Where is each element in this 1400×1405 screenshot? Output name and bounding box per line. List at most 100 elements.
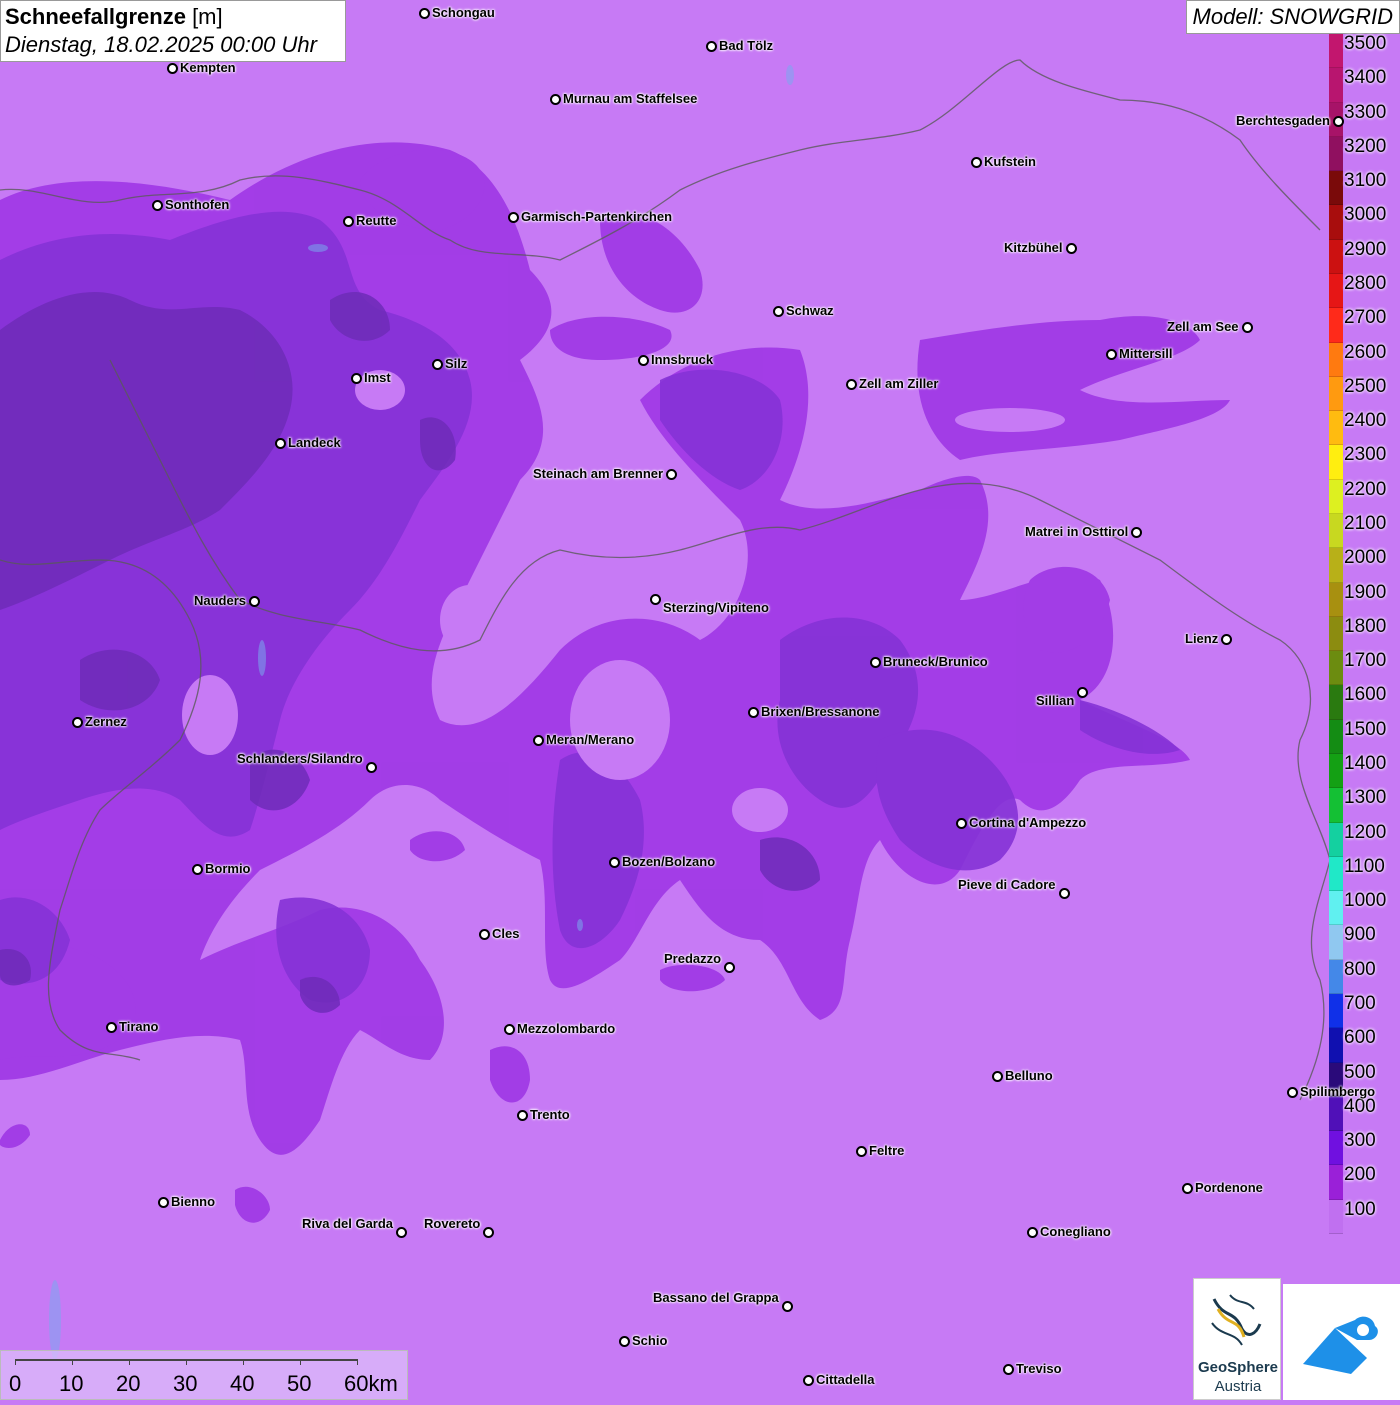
legend-swatch [1329,1096,1343,1132]
scale-tick [15,1359,16,1365]
city-marker-icon[interactable] [192,864,203,875]
city-label: Sterzing/Vipiteno [663,600,769,615]
legend-swatch [1329,719,1343,754]
city-marker-icon[interactable] [479,929,490,940]
city-marker-icon[interactable] [803,1375,814,1386]
legend-swatch [1329,376,1343,412]
legend-label: 1100 [1344,855,1385,877]
city-marker-icon[interactable] [870,657,881,668]
legend-swatch [1329,205,1343,240]
legend-label: 1700 [1344,650,1387,672]
city-marker-icon[interactable] [666,469,677,480]
city-marker-icon[interactable] [609,857,620,868]
legend-label: 3300 [1344,101,1387,123]
city-marker-icon[interactable] [748,707,759,718]
city-marker-icon[interactable] [856,1146,867,1157]
city-marker-icon[interactable] [773,306,784,317]
city-marker-icon[interactable] [351,373,362,384]
legend-swatch [1329,548,1343,583]
city-marker-icon[interactable] [517,1110,528,1121]
city-marker-icon[interactable] [650,594,661,605]
city-marker-icon[interactable] [167,63,178,74]
city-label: Reutte [356,213,397,228]
legend-swatch [1329,685,1343,720]
scale-tick [72,1359,73,1365]
city-label: Matrei in Osttirol [1025,524,1129,539]
legend-label: 700 [1344,993,1376,1014]
legend-label: 400 [1344,1095,1376,1117]
city-marker-icon[interactable] [1287,1087,1298,1098]
legend-label: 300 [1344,1130,1376,1152]
legend-swatch [1329,822,1343,857]
city-marker-icon[interactable] [483,1227,494,1238]
scale-tick [300,1359,301,1365]
city-marker-icon[interactable] [992,1071,1003,1082]
legend-swatch [1329,445,1343,480]
city-marker-icon[interactable] [366,762,377,773]
city-marker-icon[interactable] [619,1336,630,1347]
city-marker-icon[interactable] [1066,243,1077,254]
legend-label: 600 [1344,1027,1376,1049]
legend-label: 1800 [1344,615,1387,637]
city-marker-icon[interactable] [1182,1183,1193,1194]
city-marker-icon[interactable] [956,818,967,829]
city-marker-icon[interactable] [533,735,544,746]
city-marker-icon[interactable] [724,962,735,973]
city-marker-icon[interactable] [396,1227,407,1238]
city-label: Bozen/Bolzano [622,854,716,869]
legend-swatch [1329,925,1343,960]
legend-label: 2400 [1344,410,1387,432]
city-marker-icon[interactable] [550,94,561,105]
city-label: Feltre [869,1143,905,1158]
city-marker-icon[interactable] [1027,1227,1038,1238]
city-marker-icon[interactable] [106,1022,117,1033]
map-title: Schneefallgrenze [m] [5,4,223,29]
city-marker-icon[interactable] [152,200,163,211]
geosphere-austria-logo[interactable]: GeoSphere Austria [1193,1278,1281,1400]
city-marker-icon[interactable] [1333,116,1344,127]
city-marker-icon[interactable] [638,355,649,366]
city-marker-icon[interactable] [508,212,519,223]
city-marker-icon[interactable] [504,1024,515,1035]
city-label: Lienz [1185,631,1219,646]
city-marker-icon[interactable] [275,438,286,449]
legend-label: 3000 [1344,204,1387,226]
city-marker-icon[interactable] [1003,1364,1014,1375]
city-label: Trento [530,1107,570,1122]
city-marker-icon[interactable] [782,1301,793,1312]
city-marker-icon[interactable] [846,379,857,390]
city-marker-icon[interactable] [1131,527,1142,538]
snowgrid-logo[interactable] [1283,1284,1400,1400]
legend-label: 2600 [1344,341,1387,363]
city-label: Spilimbergo [1300,1084,1376,1099]
legend-swatch [1329,959,1343,994]
scale-label: 10 [59,1371,84,1396]
city-marker-icon[interactable] [432,359,443,370]
city-marker-icon[interactable] [1077,687,1088,698]
city-label: Murnau am Staffelsee [563,91,698,106]
legend-label: 2100 [1344,513,1387,534]
city-label: Belluno [1005,1068,1053,1083]
city-marker-icon[interactable] [249,596,260,607]
city-marker-icon[interactable] [72,717,83,728]
legend-swatch [1329,34,1343,69]
scale-label: 50 [287,1371,312,1396]
city-marker-icon[interactable] [1221,634,1232,645]
legend-swatch [1329,1028,1343,1063]
scale-tick [243,1359,244,1365]
city-marker-icon[interactable] [971,157,982,168]
city-marker-icon[interactable] [1242,322,1253,333]
city-label: Bienno [171,1194,216,1209]
city-label: Zell am Ziller [859,376,939,391]
legend-label: 2700 [1344,307,1387,329]
city-marker-icon[interactable] [158,1197,169,1208]
legend-swatch [1329,479,1343,514]
city-marker-icon[interactable] [1106,349,1117,360]
legend-swatch [1329,582,1343,617]
city-marker-icon[interactable] [419,8,430,19]
city-marker-icon[interactable] [1059,888,1070,899]
city-marker-icon[interactable] [706,41,717,52]
city-marker-icon[interactable] [343,216,354,227]
legend-label: 2900 [1344,238,1387,260]
legend-label: 1900 [1344,581,1387,603]
